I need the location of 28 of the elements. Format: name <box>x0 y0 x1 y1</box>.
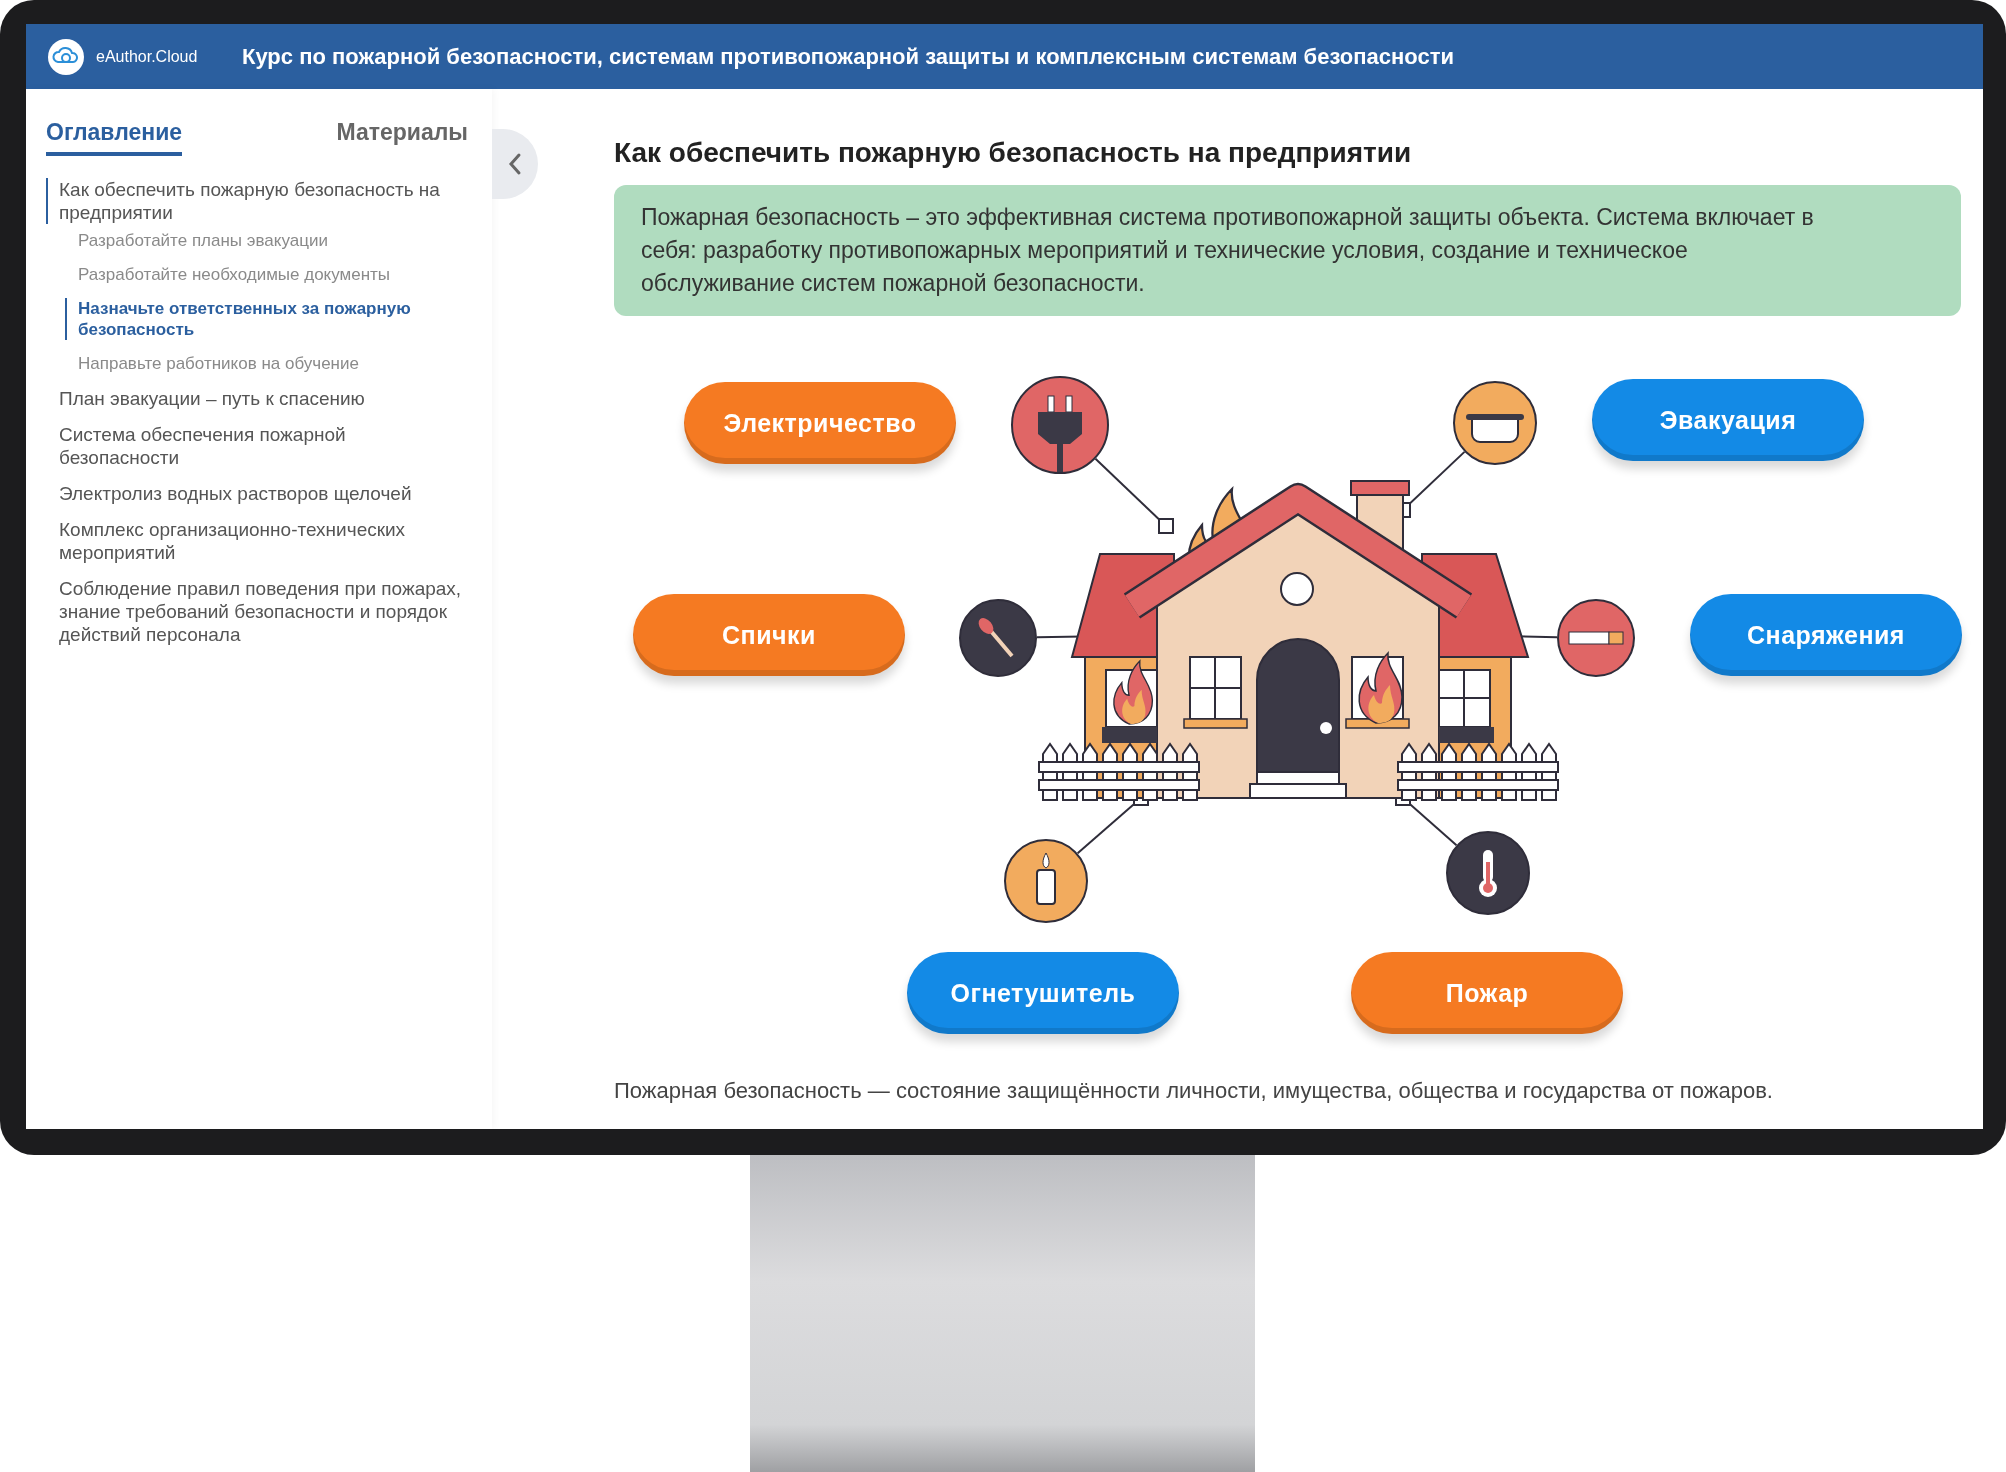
sidebar-tab[interactable]: Материалы <box>336 119 468 156</box>
candle-icon <box>1004 839 1088 923</box>
topic-button[interactable]: Эвакуация <box>1592 379 1864 461</box>
toc-subitem[interactable]: Разработайте необходимые документы <box>65 264 468 285</box>
collapse-sidebar-button[interactable] <box>492 129 538 199</box>
toc-item[interactable]: Комплекс организационно-технических мероприятий <box>46 518 468 564</box>
sidebar-tab[interactable]: Оглавление <box>46 119 183 156</box>
page-heading: Как обеспечить пожарную безопасность на предприятии <box>614 137 1413 169</box>
toc-subitem[interactable]: Разработайте планы эвакуации <box>65 230 468 251</box>
logo-text: eAuthor.Cloud <box>96 47 199 66</box>
definition-text: Пожарная безопасность — состояние защищённости личности, имущества, общества и государства от пожаров. <box>614 1078 1774 1104</box>
chevron-left-icon <box>508 152 522 176</box>
toc-item[interactable]: Электролиз водных растворов щелочей <box>46 482 468 505</box>
cloud-logo-icon <box>48 38 84 75</box>
toc-item[interactable]: Система обеспечения пожарной безопасности <box>46 423 468 469</box>
topic-button[interactable]: Снаряжения <box>1690 594 1962 676</box>
toc-item[interactable]: План эвакуации – путь к спасению <box>46 387 468 410</box>
topic-button[interactable]: Огнетушитель <box>907 952 1179 1034</box>
info-callout: Пожарная безопасность – это эффективная система противопожарной защиты объекта. Система включает в себя: разработку противопожарных мероприятий и технические условия, создание и техническое обслуживание систем пожарной безопасности. <box>614 185 1961 316</box>
toc-subitem[interactable]: Назначьте ответственных за пожарную безопасность <box>65 298 468 340</box>
cigarette-icon <box>1557 599 1635 677</box>
toc-item[interactable]: Как обеспечить пожарную безопасность на предприятии <box>46 178 468 224</box>
thermometer-icon <box>1446 831 1530 915</box>
plug-icon <box>1011 376 1109 474</box>
toc-subitem[interactable]: Направьте работников на обучение <box>65 353 468 374</box>
toc-item[interactable]: Соблюдение правил поведения при пожарах, знание требований безопасности и порядок действий персонала <box>46 577 468 646</box>
course-title: Курс по пожарной безопасности, системам противопожарной защиты и комплексным системам безопасности <box>242 43 1454 70</box>
pot-icon <box>1453 381 1537 465</box>
